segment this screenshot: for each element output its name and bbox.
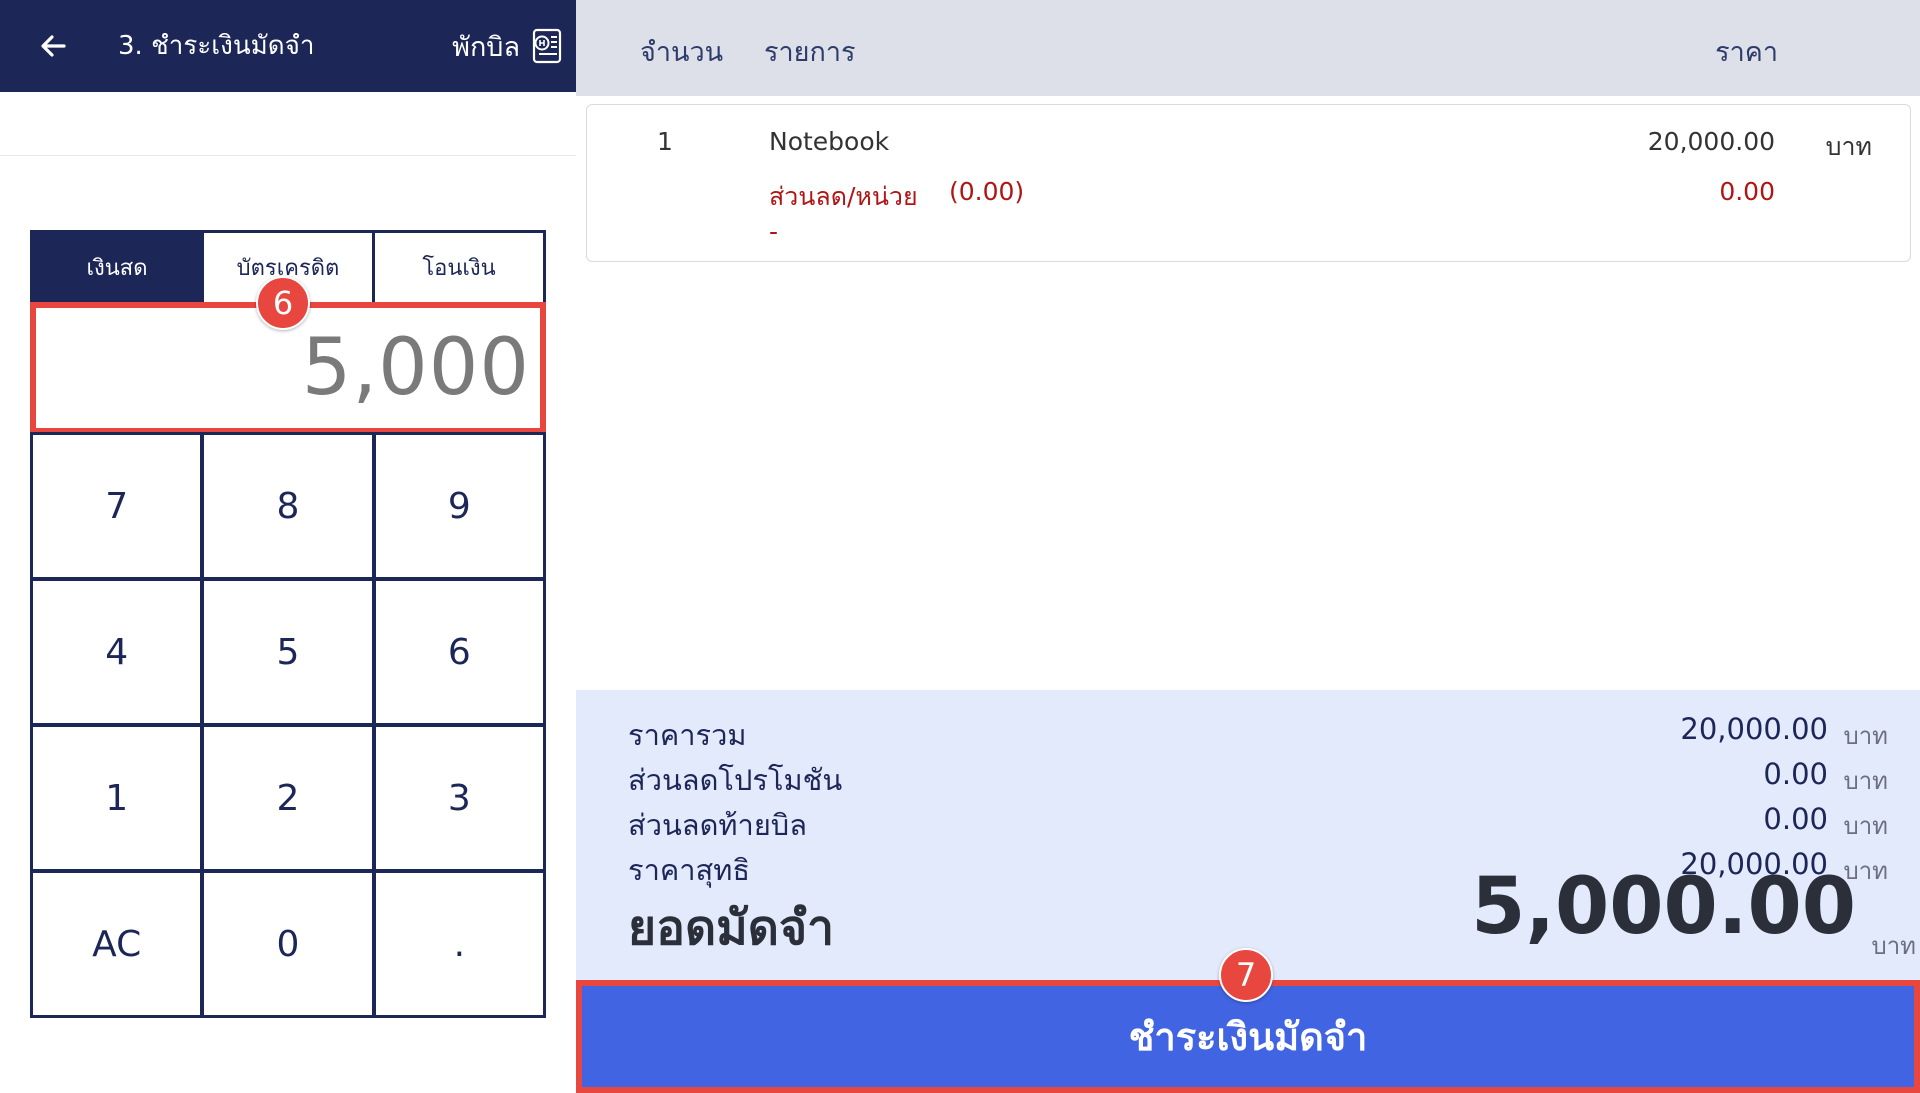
deposit-value: 5,000.00 [1471, 862, 1856, 952]
key-8[interactable]: 8 [204, 435, 372, 577]
tab-cash[interactable]: เงินสด [33, 233, 204, 302]
column-header-qty: จำนวน [640, 37, 724, 68]
summary-unit: บาท [1843, 722, 1888, 750]
column-header-item: รายการ [764, 37, 856, 68]
key-1[interactable]: 1 [33, 727, 201, 869]
header-spacer [0, 92, 576, 156]
page-title: 3. ชำระเงินมัดจำ [118, 31, 315, 61]
arrow-left-icon [41, 35, 66, 57]
key-9[interactable]: 9 [375, 435, 543, 577]
key-6[interactable]: 6 [375, 581, 543, 723]
key-clear[interactable]: AC [33, 873, 201, 1015]
key-0[interactable]: 0 [204, 873, 372, 1015]
pay-deposit-label: ชำระเงินมัดจำ [1128, 1015, 1368, 1059]
receipt-icon [530, 27, 564, 65]
summary-label: ราคารวม [628, 718, 747, 752]
key-3[interactable]: 3 [375, 727, 543, 869]
tab-transfer[interactable]: โอนเงิน [375, 233, 543, 302]
hold-bill-label: พักบิล [452, 31, 520, 63]
deposit-label: ยอดมัดจำ [628, 900, 835, 956]
item-price: 20,000.00 [1647, 127, 1775, 156]
amount-value: 5,000 [301, 323, 530, 413]
summary-row-promo-discount: ส่วนลดโปรโมชัน 0.00 บาท [628, 757, 1888, 797]
step-badge-amount: 6 [256, 276, 310, 330]
table-row[interactable]: 1 Notebook 20,000.00 บาท ส่วนลด/หน่วย (0… [586, 104, 1911, 262]
summary-row-total: ราคารวม 20,000.00 บาท [628, 712, 1888, 752]
hold-bill-button[interactable]: พักบิล [452, 24, 564, 68]
table-header: จำนวน รายการ ราคา [576, 0, 1920, 96]
summary-value: 0.00 [1763, 757, 1828, 791]
column-header-price: ราคา [1715, 37, 1778, 68]
item-qty: 1 [657, 127, 673, 156]
order-panel: จำนวน รายการ ราคา 1 Notebook 20,000.00 บ… [576, 0, 1920, 1093]
summary-label: ส่วนลดโปรโมชัน [628, 763, 843, 797]
header-bar: 3. ชำระเงินมัดจำ พักบิล [0, 0, 576, 92]
key-5[interactable]: 5 [204, 581, 372, 723]
back-button[interactable] [30, 22, 78, 70]
key-decimal[interactable]: . [375, 873, 543, 1015]
summary-label: ราคาสุทธิ [628, 853, 751, 887]
item-note: - [769, 217, 779, 246]
deposit-currency: บาท [1871, 932, 1916, 960]
summary-unit: บาท [1843, 767, 1888, 795]
key-2[interactable]: 2 [204, 727, 372, 869]
item-discount-label: ส่วนลด/หน่วย [769, 182, 918, 211]
summary-value: 0.00 [1763, 802, 1828, 836]
key-4[interactable]: 4 [33, 581, 201, 723]
item-name: Notebook [769, 127, 890, 156]
item-discount-value: 0.00 [1719, 177, 1775, 206]
payment-panel: 3. ชำระเงินมัดจำ พักบิล เงินสด บัตรเครดิ… [0, 0, 576, 1093]
item-currency: บาท [1825, 132, 1872, 161]
item-discount-percent: (0.00) [949, 177, 1025, 206]
summary-row-bill-discount: ส่วนลดท้ายบิล 0.00 บาท [628, 802, 1888, 842]
key-7[interactable]: 7 [33, 435, 201, 577]
order-summary: ราคารวม 20,000.00 บาท ส่วนลดโปรโมชัน 0.0… [576, 690, 1920, 980]
step-badge-pay: 7 [1219, 948, 1273, 1002]
summary-value: 20,000.00 [1680, 712, 1828, 746]
summary-label: ส่วนลดท้ายบิล [628, 808, 807, 842]
summary-unit: บาท [1843, 812, 1888, 840]
numeric-keypad: 7 8 9 4 5 6 1 2 3 AC 0 . [30, 432, 546, 1018]
